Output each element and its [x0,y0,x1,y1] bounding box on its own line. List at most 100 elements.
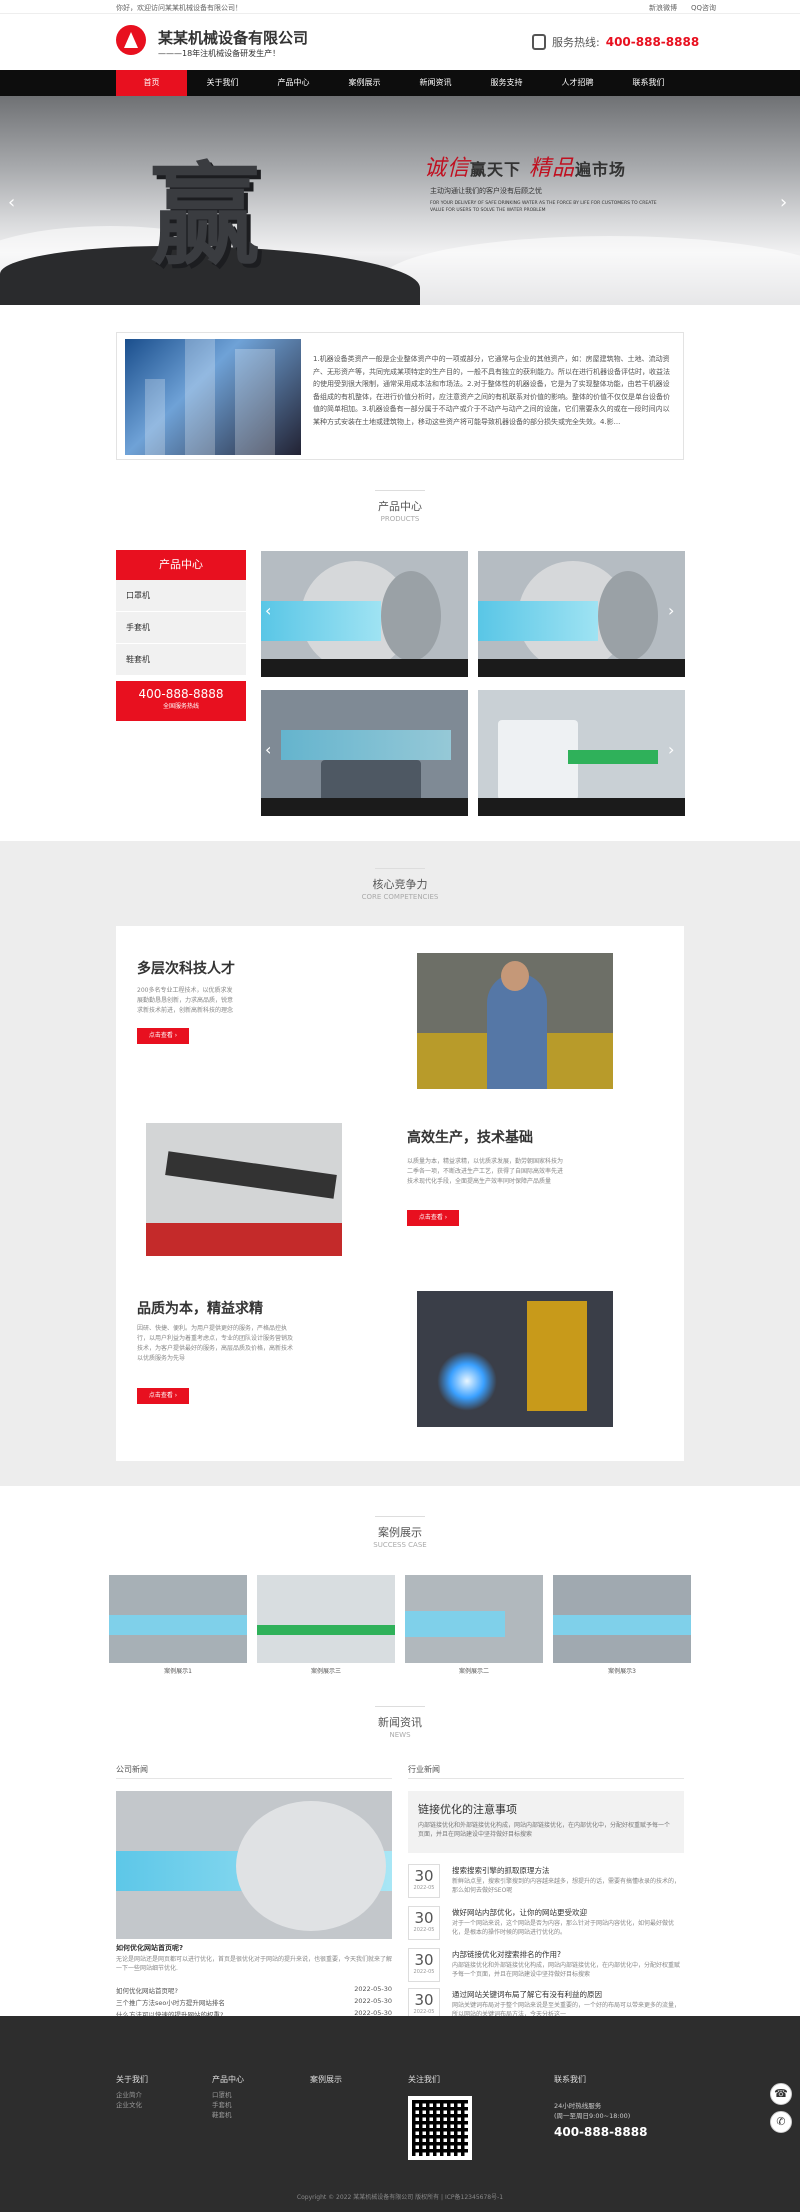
core-item-title: 高效生产，技术基础 [407,1130,533,1146]
product-category-mask[interactable]: 口罩机 [116,580,246,612]
hotline-number: 400-888-8888 [605,35,700,49]
hotline: 服务热线: 400-888-8888 [532,34,699,50]
qq-link[interactable]: QQ咨询 [691,3,716,13]
divider [375,868,425,869]
product-image[interactable]: › [478,690,685,816]
footer-contact: 联系我们 24小时热线服务 (周一至周日9:00~18:00) 400-888-… [554,2074,647,2139]
copyright: Copyright © 2022 某某机械设备有限公司 版权所有 | ICP备1… [296,2194,504,2201]
case-image [405,1575,543,1663]
nav-item-jobs[interactable]: 人才招聘 [542,70,613,96]
news-row-date: 2022-05-30 [354,1985,392,1993]
case-item[interactable]: 案例展示三 [257,1575,395,1675]
featured-news-title[interactable]: 如何优化网站首页呢? [116,1943,183,1953]
core-subtitle: CORE COMPETENCIES [361,893,439,901]
news-row[interactable]: 三个推广方法seo小时方提升网站排名 2022-05-30 [116,1997,392,2009]
footer-col-title[interactable]: 产品中心 [212,2074,244,2085]
news-row-title[interactable]: 如何优化网站首页呢? [116,1985,178,1997]
news-ym: 2022-05 [413,1885,435,1891]
footer-link[interactable]: 鞋套机 [212,2110,244,2120]
footer-col-title[interactable]: 关于我们 [116,2074,148,2085]
case-item[interactable]: 案例展示1 [109,1575,247,1675]
chat-icon[interactable]: ☎ [770,2083,792,2105]
sidebar-tel: 400-888-8888 [138,687,224,701]
footer-col-products: 产品中心 口罩机 手套机 鞋套机 [212,2074,244,2120]
banner-character: 赢 [150,151,260,280]
product-image[interactable]: ‹ [261,551,468,677]
about-image [125,339,301,455]
nav-item-news[interactable]: 新闻资讯 [400,70,471,96]
company-news-title[interactable]: 公司新闻 [116,1764,148,1775]
core-item-image [146,1123,342,1256]
footer-link[interactable]: 企业简介 [116,2090,148,2100]
banner-subtitle: 主动沟通让我们的客户没有后顾之忧 [430,187,542,195]
footer-follow: 关注我们 [408,2074,440,2085]
news-title: 新闻资讯 [378,1716,422,1729]
core-item-button[interactable]: 点击查看 › [137,1028,189,1044]
news-day: 30 [414,1909,434,1927]
news-ym: 2022-05 [413,2009,435,2015]
phone-icon [532,34,546,50]
header: 某某机械设备有限公司 ———18年注机械设备研发生产！ 服务热线: 400-88… [0,14,800,70]
top-links: 新浪微博 QQ咨询 [649,3,716,13]
sidebar-hotline: 400-888-8888 全国服务热线 [116,681,246,721]
products-title: 产品中心 [378,500,422,513]
news-day: 30 [414,1991,434,2009]
case-item[interactable]: 案例展示3 [553,1575,691,1675]
footer-col-about: 关于我们 企业简介 企业文化 [116,2074,148,2110]
featured-news-image[interactable] [116,1791,392,1939]
nav-item-about[interactable]: 关于我们 [187,70,258,96]
hotline-label: 服务热线: [552,36,600,49]
hero-banner[interactable]: 赢 诚信赢天下 精品遍市场 主动沟通让我们的客户没有后顾之忧 FOR YOUR … [0,96,800,305]
core-item-desc: 200多名专业工程技术，以优质求发展勤勤恳恳创新，力求高品质，锐意求新技术前进，… [137,987,234,1014]
phone-icon[interactable]: ✆ [770,2111,792,2133]
product-sidebar: 产品中心 口罩机 手套机 鞋套机 400-888-8888 全国服务热线 [116,550,246,721]
news-item-title[interactable]: 做好网站内部优化，让你的网站更受欢迎 [452,1907,587,1918]
prev-icon[interactable]: ‹ [265,601,271,620]
news-item-desc: 新鲜站点里，搜索引擎搜到的内容越来越多，想提升的话，需要有搞懂收录的技术的，那么… [452,1878,681,1894]
core-item-button[interactable]: 点击查看 › [137,1388,189,1404]
news-item-title[interactable]: 搜索搜索引擎的抓取原理方法 [452,1865,550,1876]
logo-icon[interactable] [116,25,146,55]
case-item[interactable]: 案例展示二 [405,1575,543,1675]
product-image[interactable]: ‹ [261,690,468,816]
next-icon[interactable]: › [668,740,674,759]
nav-item-home[interactable]: 首页 [116,70,187,96]
nav-item-service[interactable]: 服务支持 [471,70,542,96]
news-day: 30 [414,1951,434,1969]
nav-item-cases[interactable]: 案例展示 [329,70,400,96]
case-caption: 案例展示3 [608,1668,636,1675]
news-ym: 2022-05 [413,1927,435,1933]
industry-news-item[interactable]: 30 2022-05 内部链接优化对搜索排名的作用? 内部链接优化和外部链接优化构… [408,1948,684,1988]
hot-news-title[interactable]: 链接优化的注意事项 [418,1801,517,1817]
product-category-shoe[interactable]: 鞋套机 [116,644,246,676]
news-item-title[interactable]: 通过网站关键词布局了解它有没有利益的原因 [452,1989,602,2000]
news-ym: 2022-05 [413,1969,435,1975]
news-item-title[interactable]: 内部链接优化对搜索排名的作用? [452,1949,561,1960]
footer-link[interactable]: 企业文化 [116,2100,148,2110]
news-row-title[interactable]: 三个推广方法seo小时方提升网站排名 [116,1997,225,2009]
industry-news-title[interactable]: 行业新闻 [408,1764,440,1775]
core-item-image [417,953,613,1089]
industry-news-item[interactable]: 30 2022-05 做好网站内部优化，让你的网站更受欢迎 对于一个网站来说，这个… [408,1906,684,1946]
footer-link[interactable]: 口罩机 [212,2090,244,2100]
weibo-link[interactable]: 新浪微博 [649,3,677,13]
nav-item-contact[interactable]: 联系我们 [613,70,684,96]
divider [116,1778,392,1779]
next-icon[interactable]: › [668,601,674,620]
core-item-desc: 以质量为本，精益求精，以优质求发展，勤劳朝国家科技为二季各一项，不断改进生产工艺… [407,1158,564,1185]
core-item-button[interactable]: 点击查看 › [407,1210,459,1226]
banner-prev-icon[interactable]: ‹ [8,192,15,213]
news-row[interactable]: 如何优化网站首页呢? 2022-05-30 [116,1985,392,1997]
prev-icon[interactable]: ‹ [265,740,271,759]
product-image[interactable]: › [478,551,685,677]
footer-col-title[interactable]: 案例展示 [310,2074,342,2085]
industry-news-item[interactable]: 30 2022-05 搜索搜索引擎的抓取原理方法 新鲜站点里，搜索引擎搜到的内容越… [408,1864,684,1904]
nav-item-products[interactable]: 产品中心 [258,70,329,96]
news-subtitle: NEWS [389,1731,411,1739]
top-bar: 你好，欢迎访问某某机械设备有限公司！ 新浪微博 QQ咨询 [0,0,800,14]
footer-link[interactable]: 手套机 [212,2100,244,2110]
banner-next-icon[interactable]: › [780,192,787,213]
hot-news-box[interactable]: 链接优化的注意事项 内部链接优化和外部链接优化构成，网站内部链接优化，在内部优化… [408,1791,684,1853]
case-caption: 案例展示1 [164,1668,192,1675]
product-category-glove[interactable]: 手套机 [116,612,246,644]
